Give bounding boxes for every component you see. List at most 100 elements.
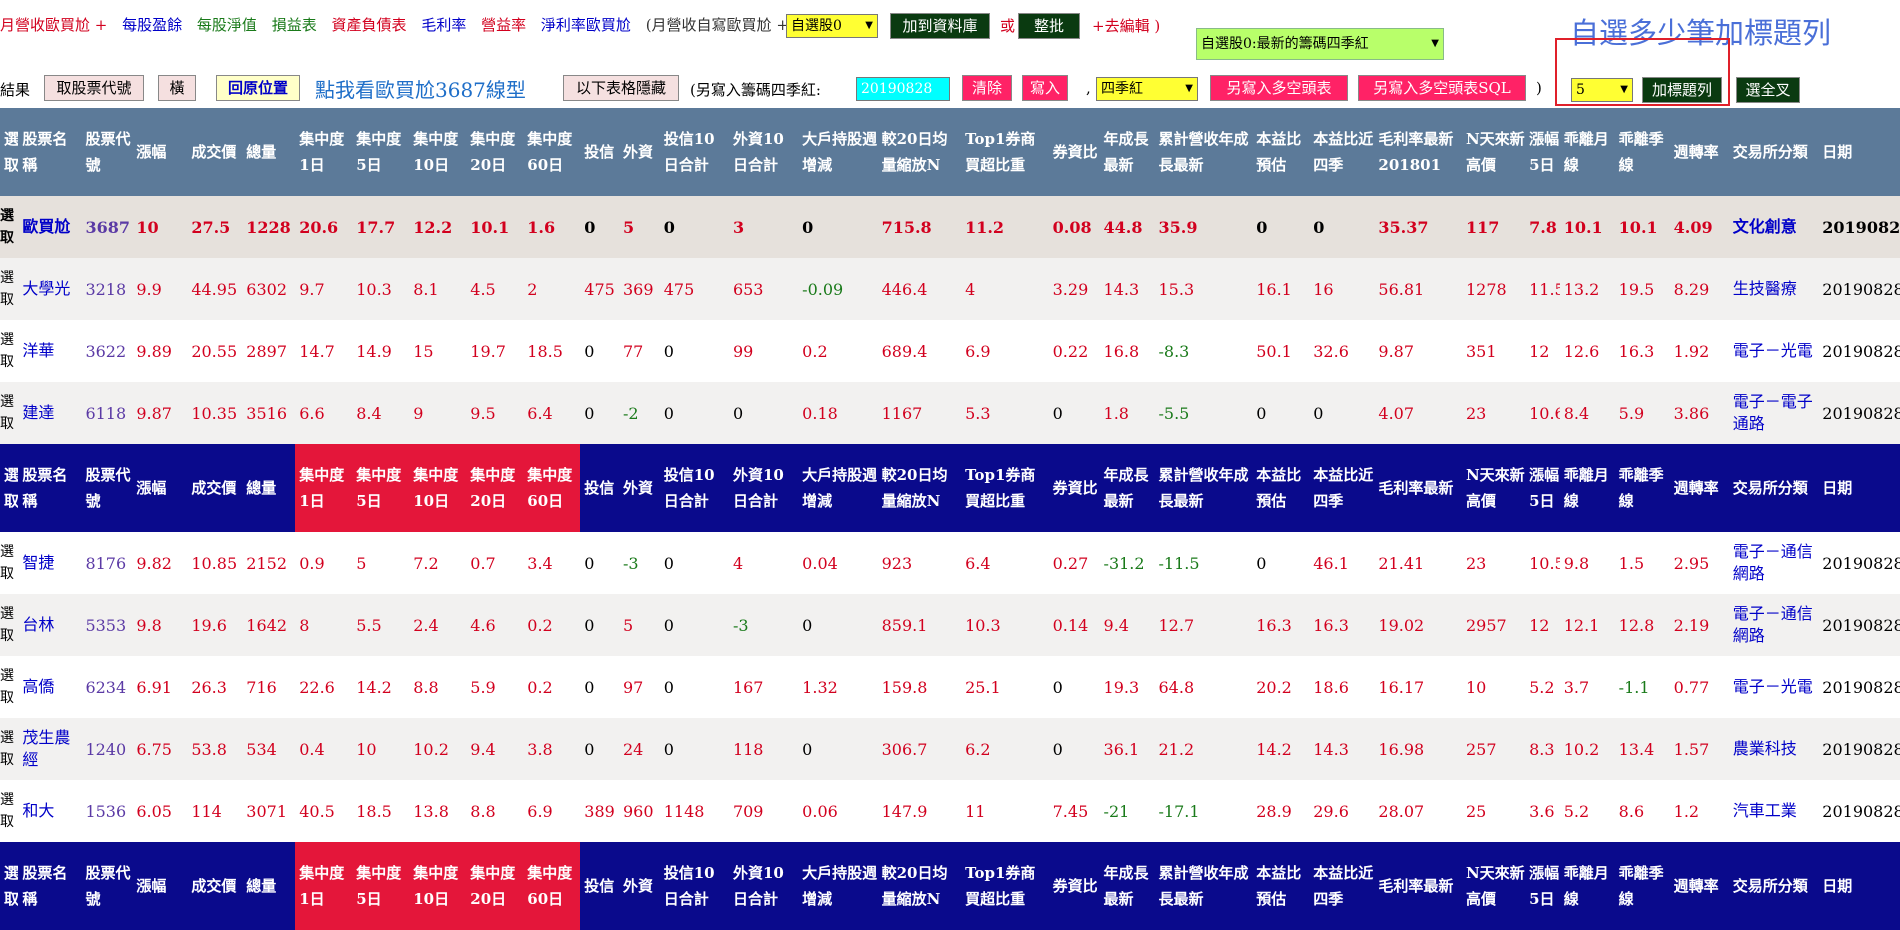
column-header[interactable]: 集中度5日 (352, 444, 410, 532)
column-header[interactable]: 日期 (1818, 444, 1900, 532)
column-header[interactable]: 交易所分類 (1729, 842, 1819, 930)
link-income-statement[interactable]: 損益表 (272, 16, 317, 34)
column-header[interactable]: 毛利率最新 (1374, 444, 1462, 532)
link-eps[interactable]: 每股盈餘 (122, 16, 182, 34)
column-header[interactable]: 乖離季線 (1615, 842, 1670, 930)
row-select-cell[interactable]: 選取 (0, 656, 18, 718)
row-select-cell[interactable]: 選取 (0, 718, 18, 780)
column-header[interactable]: 股票代號 (81, 842, 132, 930)
table-row[interactable]: 選取 洋華 3622 9.89 20.55 2897 14.7 14.9 15 19.7 18.5 0… (0, 320, 1900, 382)
column-header[interactable]: 集中度10日 (409, 108, 466, 196)
column-header[interactable]: 投信10日合計 (660, 842, 729, 930)
save-date-input[interactable]: 20190828 (856, 77, 950, 101)
column-header[interactable]: 大戶持股週增減 (798, 842, 877, 930)
watchlist-select[interactable]: 自選股0 ▼ (786, 14, 878, 38)
column-header[interactable]: 大戶持股週增減 (798, 444, 877, 532)
column-header[interactable]: 成交價 (187, 842, 242, 930)
column-header[interactable]: 乖離月線 (1560, 444, 1615, 532)
column-header[interactable]: 日期 (1818, 108, 1900, 196)
column-header[interactable]: 外資10日合計 (729, 108, 798, 196)
column-header[interactable]: 本益比預估 (1252, 108, 1309, 196)
column-header[interactable]: Top1券商買超比重 (961, 108, 1049, 196)
column-header[interactable]: 選取 (0, 444, 18, 532)
column-header[interactable]: 券資比 (1049, 842, 1100, 930)
column-header[interactable]: 本益比近四季 (1309, 444, 1374, 532)
column-header[interactable]: 本益比預估 (1252, 444, 1309, 532)
link-monthly-revenue[interactable]: 月營收歐買尬 + (0, 16, 107, 34)
column-header[interactable]: 集中度1日 (295, 444, 353, 532)
column-header[interactable]: N天來新高價 (1462, 108, 1525, 196)
table-row[interactable]: 選取 大學光 3218 9.9 44.95 6302 9.7 10.3 8.1 4.5 2 475 36… (0, 258, 1900, 320)
column-header[interactable]: 較20日均量縮放N (878, 108, 961, 196)
column-header[interactable]: 本益比近四季 (1309, 108, 1374, 196)
column-header[interactable]: 漲幅5日 (1525, 842, 1560, 930)
table-cell[interactable]: 歐買尬 (18, 196, 81, 258)
column-header[interactable]: 年成長最新 (1100, 444, 1155, 532)
column-header[interactable]: 集中度5日 (352, 108, 409, 196)
season-select[interactable]: 四季紅 ▼ (1096, 77, 1198, 101)
table-cell[interactable]: 大學光 (18, 258, 81, 320)
row-select-cell[interactable]: 選取 (0, 532, 18, 594)
column-header[interactable]: 毛利率最新201801 (1374, 108, 1462, 196)
column-header[interactable]: 乖離月線 (1560, 842, 1615, 930)
column-header[interactable]: 投信10日合計 (660, 108, 729, 196)
select-all-button[interactable]: 選全叉 (1736, 77, 1800, 103)
table-cell[interactable]: 建達 (18, 382, 81, 444)
link-custom-revenue[interactable]: (月營收自寫歐買尬 + (646, 16, 789, 34)
column-header[interactable]: 總量 (242, 842, 295, 930)
column-header[interactable]: N天來新高價 (1462, 444, 1525, 532)
batch-button[interactable]: 整批 (1018, 13, 1080, 39)
column-header[interactable]: Top1券商買超比重 (961, 444, 1049, 532)
restore-position-button[interactable]: 回原位置 (216, 75, 300, 101)
write-header-table-button[interactable]: 另寫入多空頭表 (1210, 75, 1348, 101)
column-header[interactable]: 選取 (0, 108, 18, 196)
row-select-cell[interactable]: 選取 (0, 196, 18, 258)
row-select-cell[interactable]: 選取 (0, 780, 18, 842)
table-row[interactable]: 選取 高僑 6234 6.91 26.3 716 22.6 14.2 8.8 5.9 0.2 0 97 0… (0, 656, 1900, 718)
column-header[interactable]: 本益比近四季 (1309, 842, 1374, 930)
column-header[interactable]: 集中度1日 (295, 108, 352, 196)
column-header[interactable]: 投信 (580, 444, 619, 532)
column-header[interactable]: 外資10日合計 (729, 842, 798, 930)
row-select-cell[interactable]: 選取 (0, 320, 18, 382)
column-header[interactable]: 集中度20日 (466, 444, 524, 532)
column-header[interactable]: 漲幅5日 (1525, 444, 1560, 532)
column-header[interactable]: 集中度10日 (409, 842, 467, 930)
column-header[interactable]: 集中度60日 (523, 842, 581, 930)
column-header[interactable]: 集中度60日 (523, 108, 580, 196)
row-select-cell[interactable]: 選取 (0, 258, 18, 320)
column-header[interactable]: 股票代號 (81, 108, 132, 196)
column-header[interactable]: 集中度10日 (409, 444, 467, 532)
write-header-sql-button[interactable]: 另寫入多空頭表SQL (1358, 75, 1526, 101)
column-header[interactable]: 乖離季線 (1615, 444, 1670, 532)
link-nav[interactable]: 每股淨值 (197, 16, 257, 34)
table-cell[interactable]: 洋華 (18, 320, 81, 382)
column-header[interactable]: 外資 (619, 842, 660, 930)
table-cell[interactable]: 智捷 (18, 532, 81, 594)
get-code-button[interactable]: 取股票代號 (44, 75, 144, 101)
watchlist-info-select[interactable]: 自選股0:最新的籌碼四季紅 ▼ (1196, 28, 1444, 60)
write-button[interactable]: 寫入 (1022, 75, 1068, 101)
column-header[interactable]: 大戶持股週增減 (798, 108, 877, 196)
column-header[interactable]: 選取 (0, 842, 18, 930)
table-row[interactable]: 選取 智捷 8176 9.82 10.85 2152 0.9 5 7.2 0.7 3.4 0 -3 0 4 0… (0, 532, 1900, 594)
column-header[interactable]: 外資 (619, 108, 660, 196)
table-row[interactable]: 選取 台林 5353 9.8 19.6 1642 8 5.5 2.4 4.6 0.2 0 5 0 -3 0 85… (0, 594, 1900, 656)
column-header[interactable]: 漲幅 (132, 444, 187, 532)
row-select-cell[interactable]: 選取 (0, 594, 18, 656)
column-header[interactable]: 股票名稱 (18, 108, 81, 196)
column-header[interactable]: 乖離月線 (1560, 108, 1615, 196)
column-header[interactable]: 股票代號 (81, 444, 132, 532)
link-balance-sheet[interactable]: 資產負債表 (332, 16, 407, 34)
column-header[interactable]: 外資 (619, 444, 660, 532)
column-header[interactable]: 成交價 (187, 108, 242, 196)
link-gross-margin[interactable]: 毛利率 (421, 16, 466, 34)
add-to-db-button[interactable]: 加到資料庫 (890, 13, 990, 39)
column-header[interactable]: 股票名稱 (18, 444, 81, 532)
column-header[interactable]: 週轉率 (1670, 108, 1729, 196)
column-header[interactable]: 日期 (1818, 842, 1900, 930)
column-header[interactable]: 券資比 (1049, 108, 1100, 196)
column-header[interactable]: 乖離季線 (1615, 108, 1670, 196)
column-header[interactable]: 集中度20日 (466, 842, 524, 930)
table-row[interactable]: 選取 建達 6118 9.87 10.35 3516 6.6 8.4 9 9.5 6.4 0 -2 0 0 0… (0, 382, 1900, 444)
